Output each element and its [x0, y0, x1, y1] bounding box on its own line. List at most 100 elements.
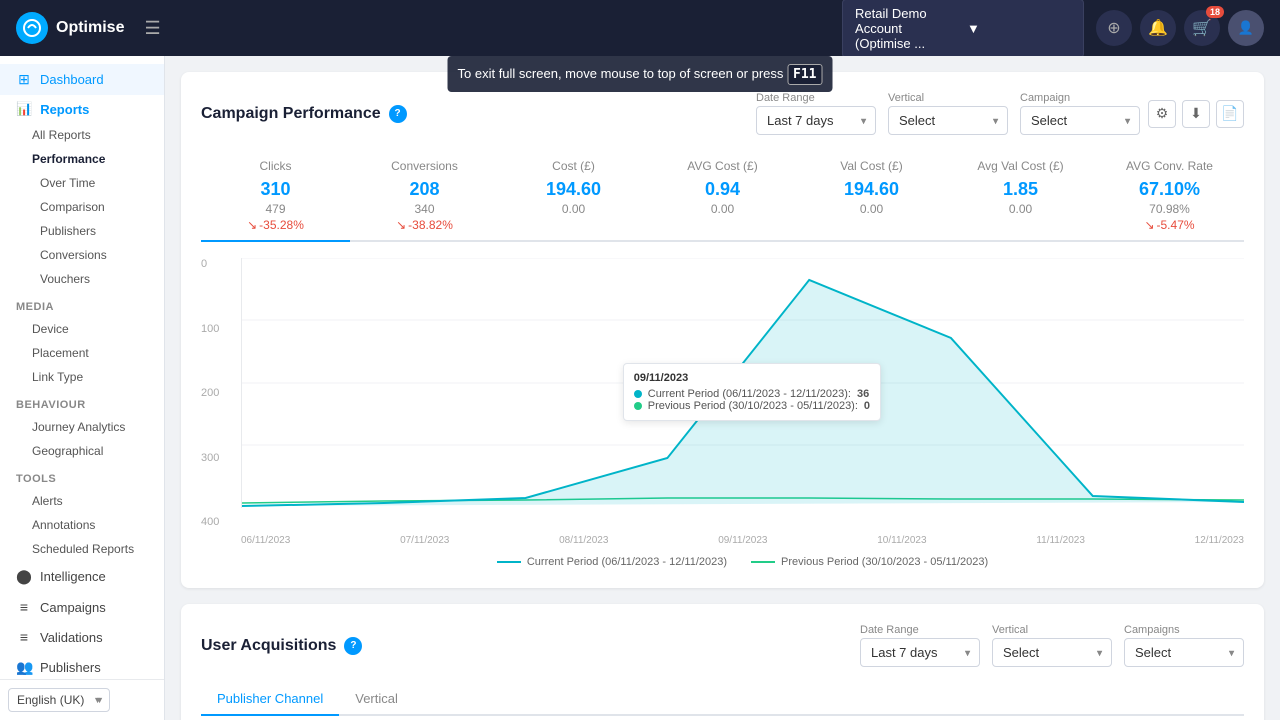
sidebar-item-link-type[interactable]: Link Type [0, 365, 164, 389]
language-selector-wrapper: English (UK) ▼ [0, 679, 164, 720]
main-content: Campaign Performance ? Date Range Last 7… [165, 56, 1280, 720]
ua-vertical-select[interactable]: Select [992, 638, 1112, 667]
card-header-campaign: Campaign Performance ? Date Range Last 7… [201, 92, 1244, 135]
x-label: 12/11/2023 [1195, 535, 1244, 546]
vertical-control: Vertical Select ▼ [888, 92, 1008, 135]
sidebar-item-validations[interactable]: ≡ Validations [0, 622, 164, 652]
logo: Optimise [16, 12, 124, 44]
stat-item-avg-conv-rate[interactable]: AVG Conv. Rate 67.10% 70.98% ↘-5.47% [1095, 151, 1244, 240]
chart-tooltip: 09/11/2023 Current Period (06/11/2023 - … [623, 363, 881, 421]
sidebar-item-device[interactable]: Device [0, 317, 164, 341]
stats-row: Clicks 310 479 ↘-35.28% Conversions 208 … [201, 151, 1244, 242]
legend-previous-line [751, 561, 775, 563]
sidebar-item-all-reports[interactable]: All Reports [0, 123, 164, 147]
topbar-icons: ⊕ 🔔 🛒 18 👤 [1096, 10, 1264, 46]
sidebar-item-publishers-main[interactable]: 👥 Publishers [0, 652, 164, 679]
avatar[interactable]: 👤 [1228, 10, 1264, 46]
language-select-wrapper: English (UK) ▼ [8, 688, 110, 712]
layout: ⊞ Dashboard 📊 Reports All Reports Perfor… [0, 56, 1280, 720]
add-icon[interactable]: ⊕ [1096, 10, 1132, 46]
date-range-select[interactable]: Last 7 days [756, 106, 876, 135]
ua-vertical-select-wrapper: Select ▼ [992, 638, 1112, 667]
stat-item-clicks[interactable]: Clicks 310 479 ↘-35.28% [201, 151, 350, 240]
stat-item-avg-val-cost-[interactable]: Avg Val Cost (£) 1.85 0.00 [946, 151, 1095, 240]
cart-icon[interactable]: 🛒 18 [1184, 10, 1220, 46]
date-range-label: Date Range [756, 92, 876, 104]
settings-button[interactable]: ⚙ [1148, 100, 1176, 128]
tab-publisher-channel[interactable]: Publisher Channel [201, 683, 339, 716]
legend-current-line [497, 561, 521, 563]
reports-icon: 📊 [16, 101, 32, 117]
tooltip-previous-row: Previous Period (30/10/2023 - 05/11/2023… [634, 400, 870, 412]
logo-icon [16, 12, 48, 44]
tooltip-date: 09/11/2023 [634, 372, 870, 384]
sidebar-item-scheduled-reports[interactable]: Scheduled Reports [0, 537, 164, 561]
card-header-user-acq: User Acquisitions ? Date Range Last 7 da… [201, 624, 1244, 667]
x-label: 11/11/2023 [1036, 535, 1085, 546]
sidebar-item-campaigns[interactable]: ≡ Campaigns [0, 592, 164, 622]
campaign-controls: Date Range Last 7 days ▼ Vertical Se [756, 92, 1140, 135]
campaign-label: Campaign [1020, 92, 1140, 104]
ua-campaigns-label: Campaigns [1124, 624, 1244, 636]
chart-x-labels: 06/11/202307/11/202308/11/202309/11/2023… [241, 535, 1244, 546]
notification-icon[interactable]: 🔔 [1140, 10, 1176, 46]
intelligence-icon: ⬤ [16, 568, 32, 585]
sidebar-item-placement[interactable]: Placement [0, 341, 164, 365]
sidebar-item-over-time[interactable]: Over Time [0, 171, 164, 195]
stat-item-conversions[interactable]: Conversions 208 340 ↘-38.82% [350, 151, 499, 240]
campaign-select[interactable]: Select [1020, 106, 1140, 135]
campaign-control: Campaign Select ▼ [1020, 92, 1140, 135]
vertical-select[interactable]: Select [888, 106, 1008, 135]
sidebar-item-alerts[interactable]: Alerts [0, 489, 164, 513]
user-acq-help-icon[interactable]: ? [344, 637, 362, 655]
ua-campaigns-select[interactable]: Select [1124, 638, 1244, 667]
ua-vertical-label: Vertical [992, 624, 1112, 636]
cart-badge: 18 [1206, 6, 1224, 18]
sidebar-item-vouchers[interactable]: Vouchers [0, 267, 164, 291]
sidebar-item-journey-analytics[interactable]: Journey Analytics [0, 415, 164, 439]
campaign-title: Campaign Performance [201, 105, 381, 123]
sidebar-item-comparison[interactable]: Comparison [0, 195, 164, 219]
sidebar-item-reports[interactable]: 📊 Reports [0, 95, 164, 123]
sidebar-item-dashboard[interactable]: ⊞ Dashboard [0, 64, 164, 95]
x-label: 10/11/2023 [877, 535, 926, 546]
legend-current: Current Period (06/11/2023 - 12/11/2023) [497, 556, 727, 568]
campaigns-icon: ≡ [16, 599, 32, 615]
stat-item-cost-[interactable]: Cost (£) 194.60 0.00 [499, 151, 648, 240]
stat-item-val-cost-[interactable]: Val Cost (£) 194.60 0.00 [797, 151, 946, 240]
sidebar-item-conversions[interactable]: Conversions [0, 243, 164, 267]
home-icon: ⊞ [16, 71, 32, 88]
sidebar-item-performance[interactable]: Performance [0, 147, 164, 171]
sidebar-item-annotations[interactable]: Annotations [0, 513, 164, 537]
campaign-help-icon[interactable]: ? [389, 105, 407, 123]
ua-date-range-select[interactable]: Last 7 days [860, 638, 980, 667]
x-label: 09/11/2023 [718, 535, 767, 546]
x-label: 07/11/2023 [400, 535, 449, 546]
publishers-icon: 👥 [16, 659, 32, 676]
tooltip-current-row: Current Period (06/11/2023 - 12/11/2023)… [634, 388, 870, 400]
download-button[interactable]: ⬇ [1182, 100, 1210, 128]
user-acquisitions-card: User Acquisitions ? Date Range Last 7 da… [181, 604, 1264, 720]
ua-campaigns-select-wrapper: Select ▼ [1124, 638, 1244, 667]
hamburger-icon[interactable]: ☰ [144, 18, 160, 39]
sidebar-item-intelligence[interactable]: ⬤ Intelligence [0, 561, 164, 592]
account-selector[interactable]: Retail Demo Account (Optimise ... ▼ [842, 0, 1084, 58]
chevron-down-icon: ▼ [967, 21, 1071, 36]
date-range-control: Date Range Last 7 days ▼ [756, 92, 876, 135]
chart-y-labels: 400 300 200 100 0 [201, 258, 236, 528]
topbar: Optimise ☰ To exit full screen, move mou… [0, 0, 1280, 56]
user-acq-controls: Date Range Last 7 days ▼ Vertical Se [860, 624, 1244, 667]
card-actions: ⚙ ⬇ 📄 [1148, 100, 1244, 128]
export-button[interactable]: 📄 [1216, 100, 1244, 128]
notification-banner: To exit full screen, move mouse to top o… [448, 56, 833, 92]
sidebar-item-geographical[interactable]: Geographical [0, 439, 164, 463]
date-range-select-wrapper: Last 7 days ▼ [756, 106, 876, 135]
tooltip-current-dot [634, 390, 642, 398]
sidebar-item-publishers[interactable]: Publishers [0, 219, 164, 243]
language-select[interactable]: English (UK) [8, 688, 110, 712]
chart-area: 400 300 200 100 0 [201, 258, 1244, 568]
tab-vertical[interactable]: Vertical [339, 683, 414, 716]
stat-item-avg-cost-[interactable]: AVG Cost (£) 0.94 0.00 [648, 151, 797, 240]
sidebar-section-behaviour: Behaviour [0, 389, 164, 415]
chart-legend: Current Period (06/11/2023 - 12/11/2023)… [241, 556, 1244, 568]
